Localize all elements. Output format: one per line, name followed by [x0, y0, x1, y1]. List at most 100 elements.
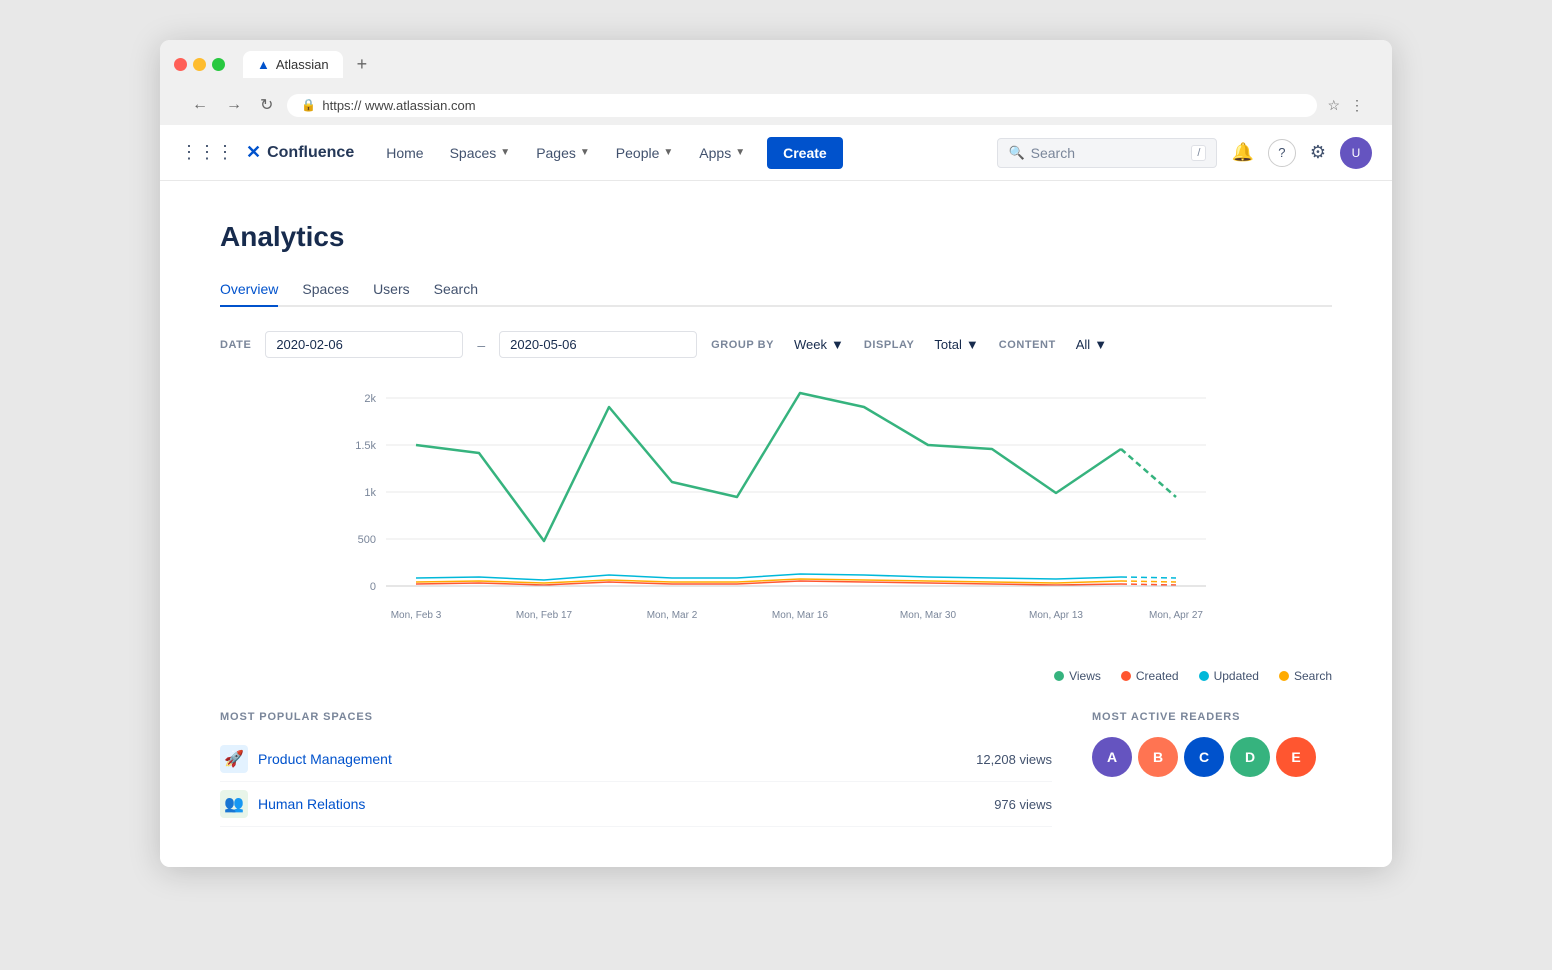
tab-bar: ▲ Atlassian + — [243, 50, 375, 79]
browser-titlebar: ▲ Atlassian + ← → ↻ 🔒 https:// www.atlas… — [160, 40, 1392, 125]
address-bar[interactable]: 🔒 https:// www.atlassian.com — [287, 94, 1317, 117]
nav-label-apps: Apps — [699, 145, 731, 161]
created-label: Created — [1136, 669, 1179, 683]
date-from-input[interactable] — [265, 331, 463, 358]
nav-item-home[interactable]: Home — [374, 137, 435, 169]
product-management-link[interactable]: Product Management — [258, 751, 966, 767]
date-to-input[interactable] — [499, 331, 697, 358]
people-dropdown-icon: ▼ — [663, 147, 673, 158]
nav-item-pages[interactable]: Pages ▼ — [524, 137, 602, 169]
readers-avatars: A B C D E — [1092, 737, 1332, 777]
traffic-lights — [174, 58, 225, 71]
search-icon: 🔍 — [1008, 145, 1024, 161]
svg-text:2k: 2k — [364, 393, 376, 405]
bottom-section: MOST POPULAR SPACES 🚀 Product Management… — [220, 711, 1332, 827]
svg-text:Mon, Feb 3: Mon, Feb 3 — [391, 610, 442, 621]
human-relations-link[interactable]: Human Relations — [258, 796, 984, 812]
reader-avatar-3[interactable]: C — [1184, 737, 1224, 777]
legend-search: Search — [1279, 669, 1332, 683]
atlassian-favicon: ▲ — [257, 57, 270, 72]
created-dot — [1121, 671, 1131, 681]
create-button[interactable]: Create — [767, 137, 843, 169]
svg-text:0: 0 — [370, 581, 376, 593]
legend-views: Views — [1054, 669, 1101, 683]
nav-label-spaces: Spaces — [450, 145, 497, 161]
url-text: https:// www.atlassian.com — [322, 98, 1303, 113]
refresh-button[interactable]: ↻ — [256, 93, 277, 117]
confluence-logo[interactable]: ✕ Confluence — [246, 142, 354, 163]
close-button[interactable] — [174, 58, 187, 71]
group-by-value: Week — [794, 337, 827, 352]
nav-label-home: Home — [386, 145, 423, 161]
svg-text:1k: 1k — [364, 487, 376, 499]
bookmark-icon[interactable]: ☆ — [1327, 97, 1340, 114]
confluence-logo-text: Confluence — [267, 144, 354, 162]
group-by-label: GROUP BY — [711, 339, 774, 351]
space-row-human-relations: 👥 Human Relations 976 views — [220, 782, 1052, 827]
tab-spaces[interactable]: Spaces — [302, 273, 349, 307]
analytics-chart: 2k 1.5k 1k 500 0 Mon, Feb 3 Mon, Feb 17 … — [220, 378, 1332, 658]
date-dash: – — [477, 337, 485, 353]
lock-icon: 🔒 — [301, 98, 316, 112]
user-avatar[interactable]: U — [1340, 137, 1372, 169]
reader-avatar-5[interactable]: E — [1276, 737, 1316, 777]
main-nav: Home Spaces ▼ Pages ▼ People ▼ Apps ▼ Cr… — [374, 137, 843, 169]
svg-text:Mon, Feb 17: Mon, Feb 17 — [516, 610, 573, 621]
group-by-dropdown-icon: ▼ — [831, 337, 844, 352]
display-label: DISPLAY — [864, 339, 915, 351]
nav-label-people: People — [616, 145, 660, 161]
search-dot — [1279, 671, 1289, 681]
search-bar[interactable]: 🔍 Search / — [997, 138, 1217, 168]
forward-button[interactable]: → — [222, 94, 246, 116]
confluence-logo-icon: ✕ — [246, 142, 261, 163]
spaces-dropdown-icon: ▼ — [500, 147, 510, 158]
content-label: CONTENT — [999, 339, 1056, 351]
display-select[interactable]: Total ▼ — [928, 333, 984, 356]
svg-text:Mon, Apr 13: Mon, Apr 13 — [1029, 610, 1083, 621]
help-button[interactable]: ? — [1268, 139, 1296, 167]
group-by-select[interactable]: Week ▼ — [788, 333, 850, 356]
apps-grid-icon[interactable]: ⋮⋮⋮ — [180, 142, 234, 163]
date-filter-label: DATE — [220, 339, 251, 351]
reader-avatar-4[interactable]: D — [1230, 737, 1270, 777]
human-relations-views: 976 views — [994, 797, 1052, 812]
maximize-button[interactable] — [212, 58, 225, 71]
chart-legend: Views Created Updated Search — [220, 661, 1332, 691]
help-icon: ? — [1278, 145, 1285, 160]
minimize-button[interactable] — [193, 58, 206, 71]
updated-label: Updated — [1214, 669, 1259, 683]
analytics-tabs: Overview Spaces Users Search — [220, 273, 1332, 307]
display-value: Total — [934, 337, 961, 352]
back-button[interactable]: ← — [188, 94, 212, 116]
tab-search[interactable]: Search — [434, 273, 478, 307]
settings-icon: ⚙ — [1310, 142, 1326, 162]
nav-item-spaces[interactable]: Spaces ▼ — [438, 137, 523, 169]
tab-users[interactable]: Users — [373, 273, 410, 307]
tab-label: Atlassian — [276, 57, 329, 72]
svg-text:Mon, Mar 2: Mon, Mar 2 — [647, 610, 698, 621]
browser-window: ▲ Atlassian + ← → ↻ 🔒 https:// www.atlas… — [160, 40, 1392, 867]
popular-spaces-title: MOST POPULAR SPACES — [220, 711, 1052, 723]
reader-avatar-2[interactable]: B — [1138, 737, 1178, 777]
new-tab-button[interactable]: + — [349, 50, 376, 79]
notifications-button[interactable]: 🔔 — [1227, 138, 1257, 167]
display-dropdown-icon: ▼ — [966, 337, 979, 352]
human-relations-icon: 👥 — [220, 790, 248, 818]
filters-row: DATE – GROUP BY Week ▼ DISPLAY Total ▼ C… — [220, 331, 1332, 358]
settings-button[interactable]: ⚙ — [1306, 138, 1330, 167]
tab-overview[interactable]: Overview — [220, 273, 278, 307]
product-management-views: 12,208 views — [976, 752, 1052, 767]
browser-tab[interactable]: ▲ Atlassian — [243, 51, 343, 78]
content-select[interactable]: All ▼ — [1070, 333, 1113, 356]
nav-item-apps[interactable]: Apps ▼ — [687, 137, 757, 169]
nav-item-people[interactable]: People ▼ — [604, 137, 686, 169]
reader-avatar-1[interactable]: A — [1092, 737, 1132, 777]
space-row-product-management: 🚀 Product Management 12,208 views — [220, 737, 1052, 782]
search-placeholder: Search — [1031, 145, 1186, 161]
bell-icon: 🔔 — [1231, 142, 1253, 162]
svg-text:500: 500 — [358, 534, 376, 546]
browser-menu-icon[interactable]: ⋮ — [1350, 97, 1364, 114]
apps-dropdown-icon: ▼ — [735, 147, 745, 158]
svg-text:Mon, Mar 30: Mon, Mar 30 — [900, 610, 957, 621]
active-readers-title: MOST ACTIVE READERS — [1092, 711, 1332, 723]
